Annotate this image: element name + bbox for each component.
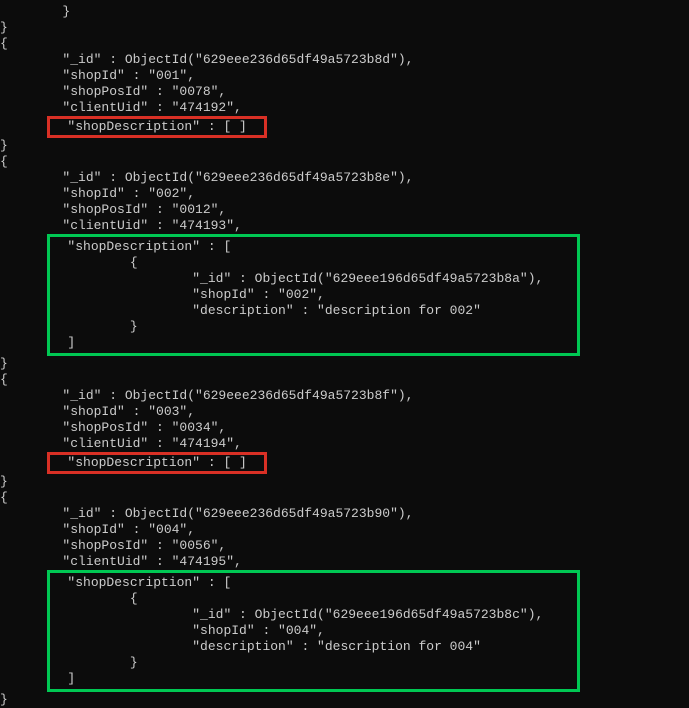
code-line: { [0, 36, 689, 52]
code-line: "description" : "description for 002" [52, 303, 575, 319]
code-line: "shopId" : "002", [0, 186, 689, 202]
code-line: "shopId" : "003", [0, 404, 689, 420]
code-line: "description" : "description for 004" [52, 639, 575, 655]
code-line: { [52, 591, 575, 607]
code-line: "shopId" : "001", [0, 68, 689, 84]
code-line: } [0, 20, 689, 36]
code-line: } [52, 319, 575, 335]
code-line: "shopId" : "002", [52, 287, 575, 303]
code-line: } [52, 655, 575, 671]
code-line: ] [52, 671, 575, 687]
code-line: "shopId" : "004", [52, 623, 575, 639]
code-line: "_id" : ObjectId("629eee196d65df49a5723b… [52, 607, 575, 623]
code-line: "shopDescription" : [ { "_id" : ObjectId… [0, 570, 689, 692]
code-line: "clientUid" : "474193", [0, 218, 689, 234]
code-line: "clientUid" : "474192", [0, 100, 689, 116]
code-line: "shopId" : "004", [0, 522, 689, 538]
code-line: "shopPosId" : "0078", [0, 84, 689, 100]
code-line: "clientUid" : "474194", [0, 436, 689, 452]
code-line: "shopDescription" : [ ] [0, 452, 689, 474]
code-line: "shopDescription" : [ [52, 575, 575, 591]
code-line: { [52, 255, 575, 271]
code-line: "clientUid" : "474195", [0, 554, 689, 570]
code-line: "shopDescription" : [ ] [0, 116, 689, 138]
code-line: { [0, 372, 689, 388]
code-line: "shopPosId" : "0034", [0, 420, 689, 436]
code-line: "shopPosId" : "0012", [0, 202, 689, 218]
code-line: "_id" : ObjectId("629eee196d65df49a5723b… [52, 271, 575, 287]
json-output: }}{ "_id" : ObjectId("629eee236d65df49a5… [0, 4, 689, 708]
code-line: } [0, 138, 689, 154]
code-line: } [0, 356, 689, 372]
code-line: "_id" : ObjectId("629eee236d65df49a5723b… [0, 170, 689, 186]
code-line: } [0, 692, 689, 708]
highlight-populated-shopDescription: "shopDescription" : [ { "_id" : ObjectId… [47, 570, 580, 692]
code-line: "shopDescription" : [ { "_id" : ObjectId… [0, 234, 689, 356]
code-line: "shopDescription" : [ [52, 239, 575, 255]
code-line: { [0, 154, 689, 170]
code-line: } [0, 4, 689, 20]
highlight-empty-shopDescription: "shopDescription" : [ ] [47, 452, 268, 474]
highlight-populated-shopDescription: "shopDescription" : [ { "_id" : ObjectId… [47, 234, 580, 356]
code-line: } [0, 474, 689, 490]
code-line: "_id" : ObjectId("629eee236d65df49a5723b… [0, 388, 689, 404]
code-line: "shopPosId" : "0056", [0, 538, 689, 554]
code-line: "_id" : ObjectId("629eee236d65df49a5723b… [0, 52, 689, 68]
highlight-empty-shopDescription: "shopDescription" : [ ] [47, 116, 268, 138]
code-line: { [0, 490, 689, 506]
code-line: ] [52, 335, 575, 351]
code-line: "_id" : ObjectId("629eee236d65df49a5723b… [0, 506, 689, 522]
